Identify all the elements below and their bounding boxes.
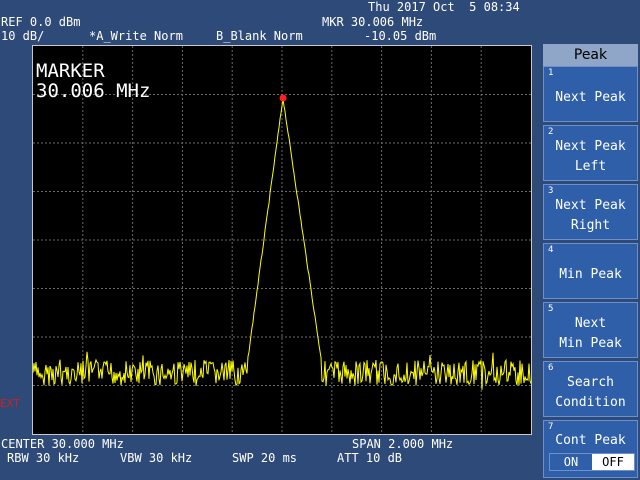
softkey-label-line2: Condition	[555, 395, 626, 410]
trace-b-mode: B_Blank Norm	[216, 29, 303, 43]
analyzer-screen: Thu 2017 Oct 5 08:34 REF 0.0 dBm 10 dB/ …	[0, 0, 640, 480]
peak-marker	[279, 94, 287, 102]
softkey-search-condition[interactable]: 6 Search Condition	[543, 361, 638, 417]
softkey-label: Next Peak	[555, 139, 626, 154]
sweep-time-readout: SWP 20 ms	[232, 451, 298, 465]
ext-indicator: EXT	[0, 397, 20, 410]
trace-a-mode: *A_Write Norm	[89, 29, 183, 43]
softkey-panel: Peak 1 Next Peak 2 Next Peak Left 3 Next …	[543, 44, 638, 478]
marker-frequency-readout: MKR 30.006 MHz	[322, 15, 424, 29]
softkey-label-line2: Min Peak	[559, 336, 622, 351]
marker-value: 30.006 MHz	[36, 80, 151, 102]
softkey-label: Next	[574, 316, 607, 331]
softkey-min-peak[interactable]: 4 Min Peak	[543, 243, 638, 299]
cont-peak-toggle[interactable]: ON OFF	[549, 453, 635, 471]
softkey-label-line2: Right	[570, 218, 611, 233]
marker-level-readout: -10.05 dBm	[364, 29, 437, 43]
softkey-next-peak-left[interactable]: 2 Next Peak Left	[543, 125, 638, 181]
datetime-readout: Thu 2017 Oct 5 08:34	[368, 0, 520, 14]
softkey-label: Next Peak	[555, 90, 626, 105]
toggle-off-option[interactable]: OFF	[592, 454, 634, 470]
toggle-on-option[interactable]: ON	[550, 454, 592, 470]
spectrum-graticule	[33, 46, 531, 434]
attenuation-readout: ATT 10 dB	[337, 451, 403, 465]
softkey-label: Min Peak	[559, 267, 622, 282]
softkey-next-peak-right[interactable]: 3 Next Peak Right	[543, 184, 638, 240]
span-readout: SPAN 2.000 MHz	[352, 437, 454, 451]
softkey-next-min-peak[interactable]: 5 Next Min Peak	[543, 302, 638, 358]
softkey-label: Search	[567, 375, 614, 390]
softkey-label: Cont Peak	[555, 433, 626, 448]
rbw-readout: RBW 30 kHz	[7, 451, 80, 465]
center-frequency: CENTER 30.000 MHz	[1, 437, 124, 451]
spectrum-display: MARKER 30.006 MHz	[32, 45, 532, 435]
softkey-label-line2: Left	[574, 159, 607, 174]
marker-title: MARKER	[36, 60, 105, 82]
softkey-next-peak[interactable]: 1 Next Peak	[543, 66, 638, 122]
vbw-readout: VBW 30 kHz	[120, 451, 193, 465]
scale-readout: 10 dB/	[1, 29, 45, 43]
reference-level: REF 0.0 dBm	[1, 15, 81, 29]
softkey-menu-title: Peak	[543, 44, 638, 66]
softkey-label: Next Peak	[555, 198, 626, 213]
